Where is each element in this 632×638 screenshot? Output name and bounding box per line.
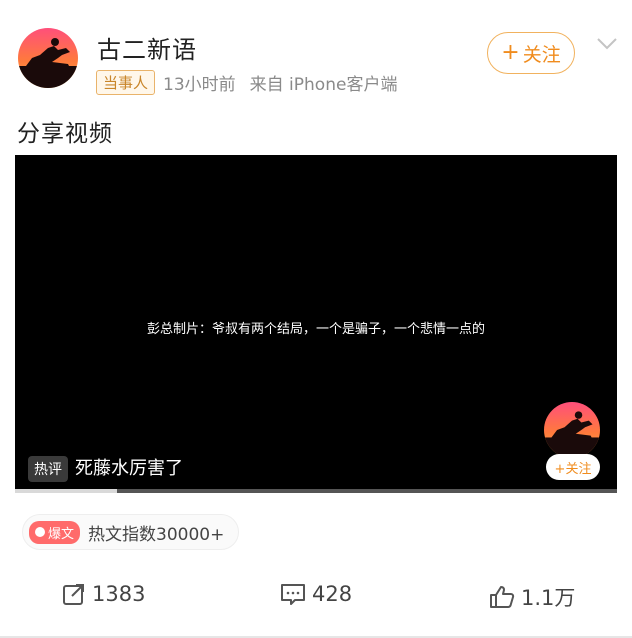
hot-article-label: 爆文: [48, 526, 75, 542]
comment-button[interactable]: 428: [280, 582, 352, 606]
video-subtitle: 彭总制片：爷叔有两个结局，一个是骗子，一个悲情一点的: [146, 322, 485, 337]
fire-icon: [35, 527, 45, 537]
thumbs-up-icon: [490, 586, 515, 608]
weibo-post-card: 古二新语 当事人 13小时前 来自 iPhone客户端 + 关注 分享视频 彭总…: [0, 0, 632, 638]
like-count: 1.1万: [521, 586, 576, 610]
hot-comment-text[interactable]: 死藤水厉害了: [75, 454, 183, 480]
comment-count: 428: [312, 582, 353, 606]
follow-button[interactable]: + 关注: [487, 32, 575, 74]
hot-index-chip[interactable]: 爆文 热文指数30000+: [22, 514, 240, 550]
hot-comment-tag: 热评: [28, 456, 68, 482]
hot-index-label: 热文指数30000+: [88, 524, 225, 545]
video-logo: [544, 402, 600, 458]
action-bar: 1383 428 1.1万: [0, 582, 632, 618]
post-time: 13小时前: [163, 75, 236, 95]
video-progress-fill: [15, 489, 118, 493]
video-follow-button[interactable]: +关注: [546, 454, 600, 480]
post-meta: 当事人 13小时前 来自 iPhone客户端: [96, 70, 397, 95]
silhouette-icon: [544, 411, 600, 458]
video-progress-bar[interactable]: [15, 489, 617, 493]
follow-label: 关注: [522, 43, 561, 66]
comment-icon: [281, 584, 305, 605]
post-text: 分享视频: [17, 121, 113, 147]
party-badge: 当事人: [96, 70, 156, 95]
repost-count: 1383: [92, 582, 146, 606]
share-icon: [63, 584, 84, 605]
plus-icon: +: [501, 40, 520, 65]
post-source: 来自 iPhone客户端: [249, 75, 398, 95]
like-button[interactable]: 1.1万: [489, 582, 575, 612]
video-player[interactable]: 彭总制片：爷叔有两个结局，一个是骗子，一个悲情一点的 热评 死藤水厉害了 +关注: [15, 155, 617, 493]
repost-button[interactable]: 1383: [62, 582, 145, 606]
chevron-down-icon[interactable]: [596, 36, 618, 52]
avatar[interactable]: [18, 28, 78, 88]
username[interactable]: 古二新语: [97, 30, 197, 65]
hot-article-badge: 爆文: [29, 520, 81, 544]
silhouette-icon: [18, 38, 78, 88]
